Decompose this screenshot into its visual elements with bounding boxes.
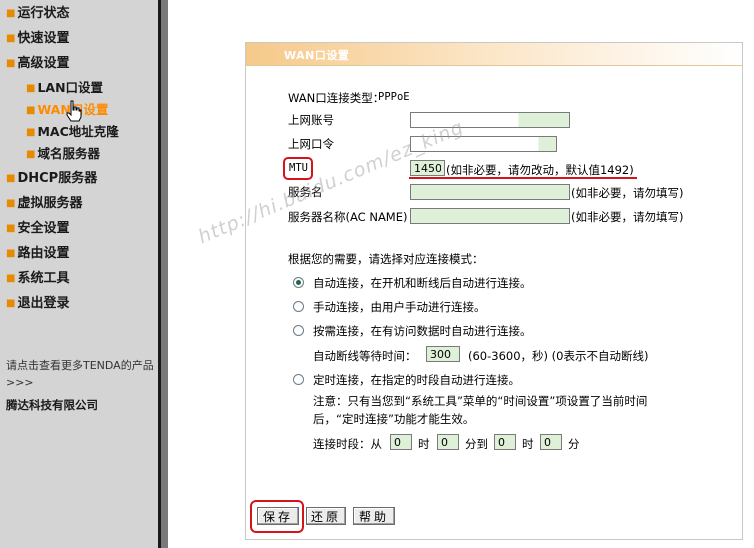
bullet-icon: ■ [6, 198, 16, 209]
sidebar-promo-link[interactable]: 请点击查看更多TENDA的产品>>> [6, 357, 156, 391]
bullet-icon: ■ [26, 83, 36, 94]
mode-timed-label: 定时连接，在指定的时段自动进行连接。 [313, 373, 520, 387]
mode-demand-radio[interactable] [293, 325, 304, 336]
to-minute-input[interactable] [540, 434, 562, 450]
sidebar-item-label: 快速设置 [17, 31, 70, 46]
sidebar-item-virtual-server[interactable]: ■ 虚拟服务器 [6, 192, 82, 211]
sidebar-item-label: 高级设置 [17, 56, 70, 71]
bullet-icon: ■ [26, 149, 36, 160]
sidebar-item-quick-setup[interactable]: ■ 快速设置 [6, 27, 69, 46]
mtu-highlight-underline [409, 177, 637, 179]
mode-auto-label: 自动连接，在开机和断线后自动进行连接。 [313, 276, 532, 290]
mode-prompt: 根据您的需要，请选择对应连接模式： [288, 252, 484, 266]
from-minute-input[interactable] [437, 434, 459, 450]
sidebar-item-logout[interactable]: ■ 退出登录 [6, 292, 69, 311]
sidebar-item-security[interactable]: ■ 安全设置 [6, 217, 69, 236]
server-name-input[interactable] [410, 208, 570, 224]
sidebar-item-label: 运行状态 [17, 6, 70, 21]
sidebar-item-label: MAC地址克隆 [37, 124, 119, 139]
sidebar-divider [158, 0, 168, 548]
panel-header: WAN口设置 [246, 43, 742, 66]
minute-unit-label: 分 [568, 437, 580, 451]
server-name-label: 服务器名称(AC NAME) [288, 210, 408, 224]
account-label: 上网账号 [288, 113, 334, 127]
note-line-2: 后，“定时连接”功能才能生效。 [313, 412, 475, 426]
page-title: WAN口设置 [284, 49, 350, 62]
mtu-hint: (如非必要，请勿改动，默认值1492) [446, 163, 634, 177]
bullet-icon: ■ [6, 223, 16, 234]
password-label: 上网口令 [288, 137, 334, 151]
mtu-highlight-ring [283, 157, 313, 180]
to-hour-input[interactable] [494, 434, 516, 450]
bullet-icon: ■ [6, 173, 16, 184]
sidebar-item-dhcp[interactable]: ■ DHCP服务器 [6, 167, 97, 186]
idle-time-label: 自动断线等待时间： [313, 349, 417, 363]
bullet-icon: ■ [6, 298, 16, 309]
min-to-label: 分到 [465, 437, 488, 451]
sidebar-item-label: 退出登录 [17, 296, 70, 311]
bullet-icon: ■ [6, 8, 16, 19]
save-highlight-ring [250, 500, 304, 533]
sidebar-item-label: 路由设置 [17, 246, 70, 261]
sidebar-item-label: 域名服务器 [37, 146, 100, 161]
sidebar-item-label: 安全设置 [17, 221, 70, 236]
conn-type-value: PPPoE [378, 91, 410, 103]
mode-auto-radio[interactable] [293, 277, 304, 288]
wan-settings-panel: WAN口设置 WAN口连接类型： PPPoE 上网账号 上网口令 MTU (如非… [245, 42, 743, 540]
mode-manual-label: 手动连接，由用户手动进行连接。 [313, 300, 486, 314]
period-label: 连接时段：从 [313, 437, 382, 451]
sidebar-item-label: 系统工具 [17, 271, 70, 286]
bullet-icon: ■ [6, 33, 16, 44]
sidebar-item-label: DHCP服务器 [17, 171, 98, 186]
bullet-icon: ■ [6, 58, 16, 69]
service-name-hint: (如非必要，请勿填写) [571, 186, 684, 200]
bullet-icon: ■ [6, 248, 16, 259]
service-name-input[interactable] [410, 184, 570, 200]
sidebar-item-dns[interactable]: ■ 域名服务器 [26, 143, 100, 162]
from-hour-input[interactable] [390, 434, 412, 450]
hour-unit-label: 时 [418, 437, 430, 451]
mode-manual-radio[interactable] [293, 301, 304, 312]
mtu-input[interactable] [410, 160, 445, 176]
company-name: 腾达科技有限公司 [6, 398, 98, 412]
sidebar-item-status[interactable]: ■ 运行状态 [6, 2, 69, 21]
idle-time-hint: (60-3600，秒) (0表示不自动断线) [468, 349, 649, 363]
sidebar-item-label: 虚拟服务器 [17, 196, 83, 211]
help-button[interactable]: 帮助 [353, 507, 395, 525]
hour-unit-label-2: 时 [522, 437, 534, 451]
bullet-icon: ■ [6, 273, 16, 284]
conn-type-label: WAN口连接类型： [288, 91, 385, 105]
sidebar-item-mac-clone[interactable]: ■ MAC地址克隆 [26, 121, 119, 140]
hand-cursor-icon [66, 100, 82, 122]
note-line-1: 注意：只有当您到“系统工具”菜单的“时间设置”项设置了当前时间 [313, 394, 648, 408]
sidebar-item-label: LAN口设置 [37, 80, 104, 95]
bullet-icon: ■ [26, 105, 36, 116]
sidebar-item-system-tools[interactable]: ■ 系统工具 [6, 267, 69, 286]
sidebar-item-advanced[interactable]: ■ 高级设置 [6, 52, 69, 71]
sidebar-item-routing[interactable]: ■ 路由设置 [6, 242, 69, 261]
sidebar-item-lan[interactable]: ■ LAN口设置 [26, 77, 103, 96]
bullet-icon: ■ [26, 127, 36, 138]
mode-timed-radio[interactable] [293, 374, 304, 385]
mode-demand-label: 按需连接，在有访问数据时自动进行连接。 [313, 324, 532, 338]
reset-button[interactable]: 还原 [306, 507, 346, 525]
idle-time-input[interactable] [426, 346, 460, 362]
server-name-hint: (如非必要，请勿填写) [571, 210, 684, 224]
sidebar: ■运行状态 ■快速设置 ■高级设置 ■LAN口设置 ■WAN口设置 ■MAC地址… [0, 0, 158, 548]
